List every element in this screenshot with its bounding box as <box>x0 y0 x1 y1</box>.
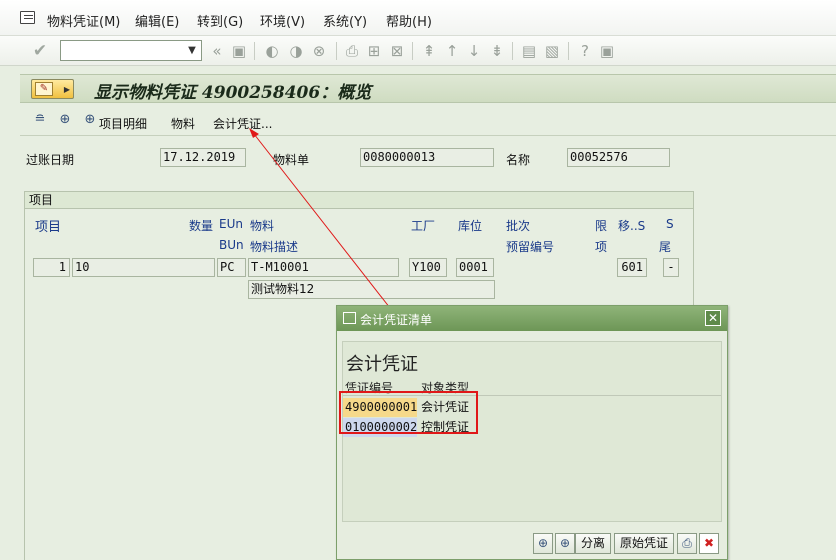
col-reservation-no[interactable]: 预留编号 <box>506 238 554 255</box>
item-plant-field: Y100 <box>409 258 447 277</box>
col-limit-item[interactable]: 项 <box>595 238 607 255</box>
back-icon[interactable]: ◐ <box>263 42 281 60</box>
next-page-icon[interactable]: ↓ <box>465 42 483 60</box>
menu-system[interactable]: 系统(Y) <box>323 11 367 30</box>
item-storage-field: 0001 <box>456 258 494 277</box>
col-storage-location[interactable]: 库位 <box>458 217 482 234</box>
exit-icon[interactable]: ◑ <box>287 42 305 60</box>
layout-menu-icon[interactable]: ▣ <box>598 42 616 60</box>
chevron-down-icon[interactable]: ▼ <box>185 43 199 58</box>
dialog-heading: 会计凭证 <box>346 354 418 375</box>
accounting-documents-button[interactable]: 会计凭证... <box>213 115 272 132</box>
print-icon[interactable]: ⎙ <box>677 533 697 554</box>
print-icon[interactable]: ⎙ <box>343 42 361 60</box>
name-label: 名称 <box>506 153 531 167</box>
toolbar-separator <box>254 42 255 60</box>
item-detail-button[interactable]: 项目明细 <box>99 115 147 132</box>
col-stock-type[interactable]: S <box>666 217 674 231</box>
col-batch[interactable]: 批次 <box>506 217 530 234</box>
posting-date-label: 过账日期 <box>26 153 75 167</box>
highlight-annotation <box>339 391 478 434</box>
close-icon[interactable]: ✕ <box>705 310 721 326</box>
history-back-icon[interactable]: « <box>208 42 226 60</box>
application-toolbar: ≘ ⊕ ⊕ 项目明细 物料 会计凭证... <box>20 106 836 136</box>
command-field[interactable]: ▼ <box>60 40 202 61</box>
menu-environment[interactable]: 环境(V) <box>260 11 305 30</box>
item-quantity-field: 10 <box>72 258 215 277</box>
item-unit-field: PC <box>217 258 246 277</box>
dialog-menu-icon[interactable] <box>343 312 356 324</box>
menu-help[interactable]: 帮助(H) <box>386 11 432 30</box>
col-entry-unit[interactable]: EUn <box>219 217 243 231</box>
enter-check-icon[interactable]: ✔ <box>31 42 49 60</box>
display-document-icon[interactable]: ⊕ <box>533 533 553 554</box>
toolbar-separator <box>568 42 569 60</box>
toolbar-separator <box>512 42 513 60</box>
name-field: 00052576 <box>567 148 670 167</box>
detail-icon[interactable]: ⊕ <box>82 112 98 128</box>
dialog-title: 会计凭证清单 <box>360 313 433 327</box>
col-base-unit[interactable]: BUn <box>219 238 244 252</box>
document-icon: ✎ <box>35 82 53 96</box>
original-document-button[interactable]: 原始凭证 <box>614 533 674 554</box>
system-toolbar: ✔ ▼ « ▣ ◐ ◑ ⊗ ⎙ ⊞ ⊠ ⇞ ↑ ↓ ⇟ ▤ ▧ ? ▣ <box>0 36 836 66</box>
col-limit[interactable]: 限 <box>595 217 607 234</box>
dialog-footer: ⊕ ⊕ 分离 原始凭证 ⎙ ✖ <box>337 529 727 559</box>
new-session-icon[interactable]: ▤ <box>520 42 538 60</box>
items-section-title: 项目 <box>25 192 693 209</box>
title-bar: ✎ ▶ 显示物料凭证 4900258406：概览 <box>20 74 836 103</box>
menu-material-document[interactable]: 物料凭证(M) <box>47 11 120 30</box>
shortcut-icon[interactable]: ▧ <box>543 42 561 60</box>
material-slip-label: 物料单 <box>273 153 310 167</box>
item-number-field: 1 <box>33 258 70 277</box>
display-icon[interactable]: ⊕ <box>57 112 73 128</box>
menu-goto[interactable]: 转到(G) <box>197 11 243 30</box>
previous-page-icon[interactable]: ↑ <box>443 42 461 60</box>
split-button[interactable]: 分离 <box>575 533 611 554</box>
material-slip-field: 0080000013 <box>360 148 494 167</box>
save-icon[interactable]: ▣ <box>230 42 248 60</box>
choose-icon[interactable]: ⊕ <box>555 533 575 554</box>
help-icon[interactable]: ? <box>576 42 594 60</box>
dialog-titlebar: 会计凭证清单 ✕ <box>337 306 727 331</box>
col-movement-type[interactable]: 移..S <box>618 217 645 234</box>
last-page-icon[interactable]: ⇟ <box>488 42 506 60</box>
cancel-icon[interactable]: ⊗ <box>310 42 328 60</box>
page-title: 显示物料凭证 4900258406：概览 <box>94 83 372 103</box>
col-quantity[interactable]: 数量 <box>189 217 213 234</box>
col-plant[interactable]: 工厂 <box>411 217 435 234</box>
find-icon[interactable]: ⊞ <box>365 42 383 60</box>
item-material-field: T-M10001 <box>248 258 399 277</box>
caret-right-icon: ▶ <box>63 85 70 94</box>
menu-bar: 物料凭证(M) 编辑(E) 转到(G) 环境(V) 系统(Y) 帮助(H) <box>0 0 836 36</box>
toolbar-separator <box>412 42 413 60</box>
first-page-icon[interactable]: ⇞ <box>420 42 438 60</box>
material-button[interactable]: 物料 <box>171 115 195 132</box>
col-item[interactable]: 项目 <box>35 216 61 235</box>
menu-list-icon[interactable] <box>20 11 35 24</box>
title-menu-button[interactable]: ✎ ▶ <box>31 79 74 99</box>
col-final[interactable]: 尾 <box>659 238 671 255</box>
col-material[interactable]: 物料 <box>250 217 274 234</box>
col-material-description[interactable]: 物料描述 <box>250 238 298 255</box>
other-document-icon[interactable]: ≘ <box>32 112 48 128</box>
menu-edit[interactable]: 编辑(E) <box>135 11 179 30</box>
posting-date-field: 17.12.2019 <box>160 148 246 167</box>
item-description-field: 测试物料12 <box>248 280 495 299</box>
cancel-icon[interactable]: ✖ <box>699 533 719 554</box>
item-movement-type-field: 601 <box>617 258 647 277</box>
find-next-icon[interactable]: ⊠ <box>388 42 406 60</box>
item-stock-type-field: - <box>663 258 679 277</box>
toolbar-separator <box>336 42 337 60</box>
